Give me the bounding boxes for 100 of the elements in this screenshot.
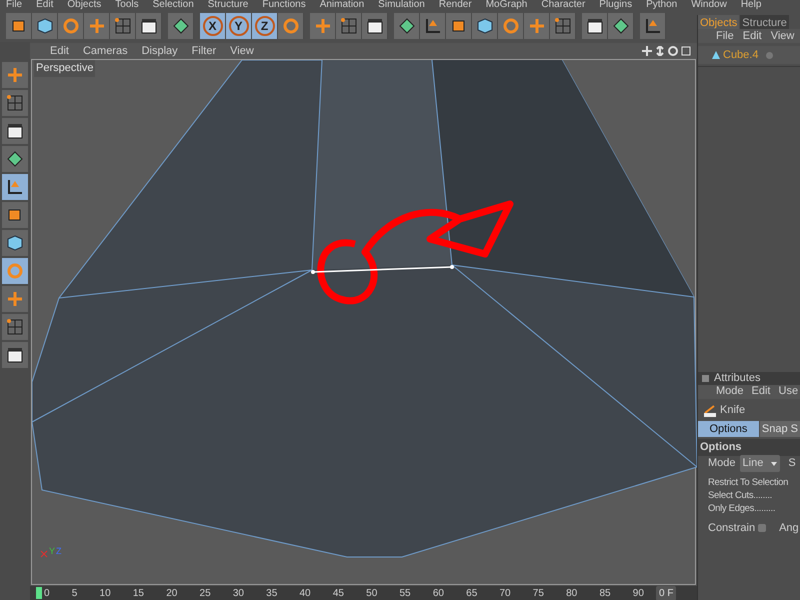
- toolbar-button[interactable]: [6, 13, 32, 39]
- toolbar-button[interactable]: [362, 13, 388, 39]
- grid-icon: [340, 17, 358, 35]
- arrows-icon[interactable]: [655, 46, 665, 56]
- clapper-icon: [6, 122, 24, 140]
- panel-menu-item[interactable]: Edit: [752, 383, 770, 400]
- menu-item[interactable]: Structure: [208, 0, 248, 10]
- viewport-menu-item[interactable]: Filter: [192, 42, 216, 60]
- menu-item[interactable]: Character: [541, 0, 586, 10]
- section-title: Options: [698, 439, 800, 456]
- toolbar-button[interactable]: Z: [252, 13, 278, 39]
- field-label: Constrain: [708, 520, 756, 536]
- panel-menu-item[interactable]: View: [770, 28, 794, 44]
- frame-field[interactable]: 0 F: [656, 586, 676, 600]
- toolbar-button[interactable]: [640, 13, 666, 39]
- clapper-icon: [366, 17, 384, 35]
- toolbar-button[interactable]: [420, 13, 446, 39]
- menu-item[interactable]: Animation: [320, 0, 364, 10]
- toolbar-button[interactable]: [136, 13, 162, 39]
- option-label: Only Edges.........: [708, 502, 776, 514]
- object-row[interactable]: Cube.4: [698, 46, 800, 64]
- viewport-label: Perspective: [34, 60, 96, 76]
- plus-icon: [314, 17, 332, 35]
- move-icon[interactable]: [642, 46, 652, 56]
- menu-item[interactable]: File: [6, 0, 22, 10]
- frame-number: 35: [266, 586, 278, 600]
- frame-number: 30: [232, 586, 244, 600]
- circle-icon: [62, 17, 80, 35]
- plus-icon: [528, 17, 546, 35]
- toolbar-button[interactable]: [394, 13, 420, 39]
- tool-button[interactable]: [2, 174, 28, 200]
- frame-number: 90: [632, 586, 644, 600]
- gem-icon: [6, 150, 24, 168]
- menu-item[interactable]: Edit: [36, 0, 54, 10]
- circle-icon: [282, 17, 300, 35]
- maximize-icon[interactable]: [681, 46, 691, 56]
- menu-item[interactable]: Window: [691, 0, 727, 10]
- attribute-tab[interactable]: Options: [698, 420, 759, 437]
- grid-icon: [6, 318, 24, 336]
- constrain-checkbox[interactable]: [758, 524, 766, 532]
- panel-menu-item[interactable]: File: [716, 28, 734, 44]
- toolbar-button[interactable]: [446, 13, 472, 39]
- menu-item[interactable]: Render: [438, 0, 472, 10]
- axis-icon: [644, 17, 662, 35]
- menu-item[interactable]: Simulation: [378, 0, 425, 10]
- toolbar-button[interactable]: [608, 13, 634, 39]
- panel-menu-item[interactable]: Mode: [716, 383, 744, 400]
- panel-title: Attributes: [714, 370, 760, 386]
- tool-button[interactable]: [2, 146, 28, 172]
- tool-button[interactable]: [2, 202, 28, 228]
- toolbar-button[interactable]: [32, 13, 58, 39]
- tool-button[interactable]: [2, 118, 28, 144]
- plus-icon: [88, 17, 106, 35]
- viewport-menu-item[interactable]: Display: [142, 42, 178, 60]
- axis-label: Z: [56, 544, 62, 558]
- rotate-icon[interactable]: [668, 46, 678, 56]
- menu-item[interactable]: Plugins: [599, 0, 632, 10]
- object-name: Cube.4: [723, 48, 758, 63]
- tool-button[interactable]: [2, 342, 28, 368]
- toolbar-button[interactable]: [582, 13, 608, 39]
- frame-number: 45: [332, 586, 344, 600]
- cube-icon: [36, 17, 54, 35]
- frame-number: 60: [432, 586, 444, 600]
- toolbar-button[interactable]: [472, 13, 498, 39]
- plus-icon: [6, 66, 24, 84]
- menu-item[interactable]: Objects: [67, 0, 102, 10]
- tool-name: Knife: [720, 403, 746, 418]
- cone-icon: [712, 51, 720, 59]
- frame-number: 50: [366, 586, 378, 600]
- menu-item[interactable]: Python: [646, 0, 678, 10]
- panel-tab[interactable]: Objects: [698, 15, 740, 29]
- menu-item[interactable]: MoGraph: [486, 0, 528, 10]
- panel-handle-icon[interactable]: [702, 374, 709, 382]
- toolbar-button[interactable]: X: [200, 13, 226, 39]
- grid-icon: [554, 17, 572, 35]
- clapper-icon: [140, 17, 158, 35]
- frame-number: 25: [200, 586, 211, 600]
- clapper-icon: [6, 346, 24, 364]
- attribute-tab[interactable]: Snap S: [760, 420, 800, 437]
- panel-menu-item[interactable]: Use: [778, 383, 798, 400]
- menu-item[interactable]: Help: [740, 0, 762, 10]
- panel-menu-item[interactable]: Edit: [742, 28, 762, 44]
- mode-dropdown[interactable]: Line: [740, 455, 780, 472]
- field-label: Ang: [779, 520, 799, 536]
- menu-item[interactable]: Tools: [115, 0, 139, 10]
- menu-item[interactable]: Functions: [262, 0, 306, 10]
- x-axis-icon: [40, 550, 48, 558]
- viewport-menu-item[interactable]: Edit: [50, 42, 69, 60]
- plus-icon: [6, 290, 24, 308]
- viewport-menu-item[interactable]: Cameras: [82, 42, 128, 60]
- menu-item[interactable]: Selection: [152, 0, 194, 10]
- tool-button[interactable]: [2, 230, 28, 256]
- dropdown-caret-icon: [771, 462, 778, 466]
- panel-tab[interactable]: Structure: [740, 15, 789, 29]
- gem-icon: [172, 17, 190, 35]
- cube-icon: [6, 234, 24, 252]
- toolbar-button[interactable]: [168, 13, 194, 39]
- toolbar-button[interactable]: Y: [226, 13, 252, 39]
- viewport-menu-item[interactable]: View: [230, 42, 254, 60]
- gem-icon: [398, 17, 416, 35]
